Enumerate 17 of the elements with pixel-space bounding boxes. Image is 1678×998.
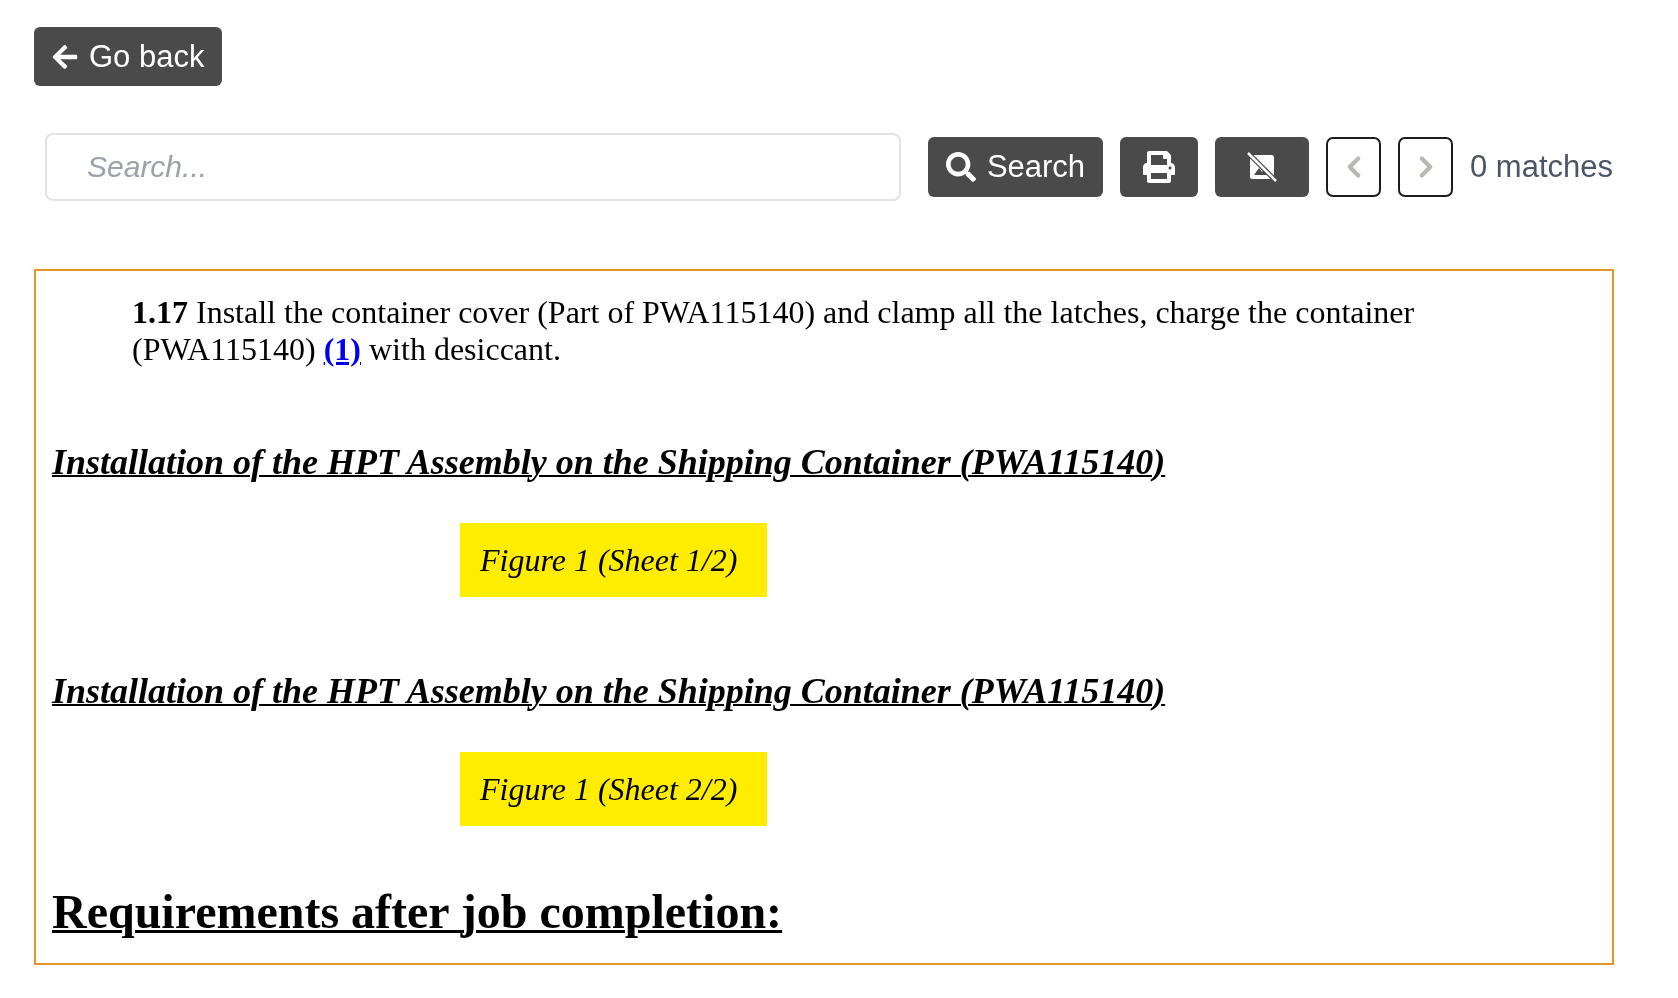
search-icon — [945, 152, 976, 182]
search-field[interactable]: Search... — [45, 133, 901, 201]
requirements-heading: Requirements after job completion: — [52, 885, 783, 939]
section-heading: Installation of the HPT Assembly on the Shipping Container (PWA115140) — [52, 670, 1166, 712]
section-heading: Installation of the HPT Assembly on the Shipping Container (PWA115140) — [52, 441, 1166, 483]
hidden-image-icon — [1245, 150, 1279, 184]
match-count: 0 matches — [1470, 149, 1613, 185]
step-text: 1.17 Install the container cover (Part of PWA115140) and clamp all the latches, charge the container (PWA115140) (1) with desiccant. — [132, 294, 1416, 368]
reference-link[interactable]: (1) — [323, 331, 361, 367]
search-button[interactable]: Search — [928, 137, 1103, 197]
print-button[interactable] — [1120, 137, 1198, 197]
figure-label: Figure 1 (Sheet 2/2) — [460, 752, 768, 826]
arrow-left-icon — [51, 42, 79, 71]
hide-images-button[interactable] — [1215, 137, 1309, 197]
printer-icon — [1143, 151, 1175, 183]
go-back-button[interactable]: Go back — [34, 27, 223, 86]
figure-label: Figure 1 (Sheet 1/2) — [460, 523, 768, 597]
